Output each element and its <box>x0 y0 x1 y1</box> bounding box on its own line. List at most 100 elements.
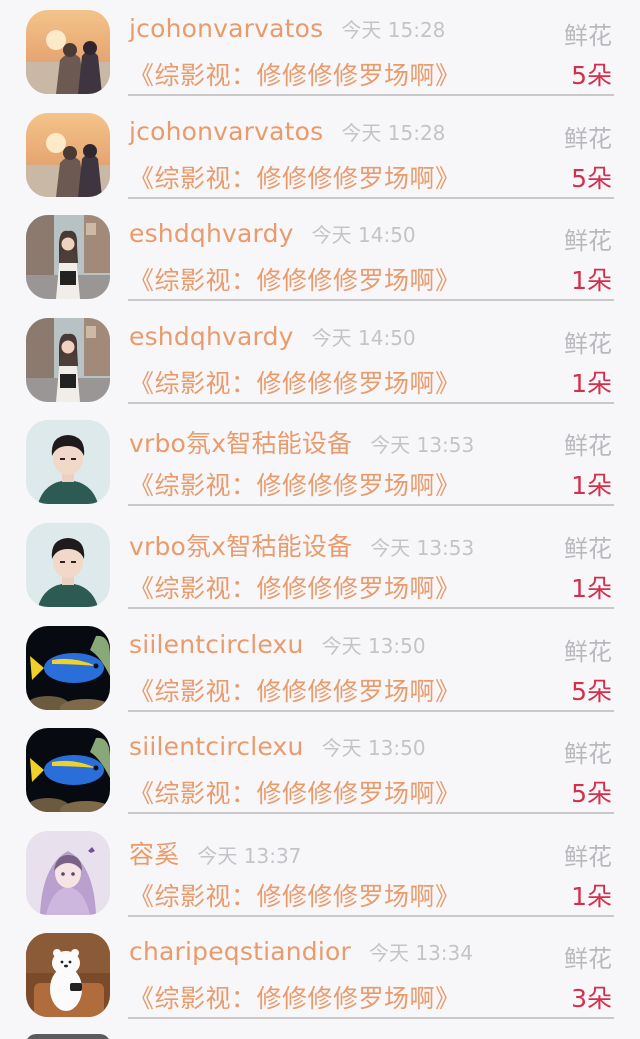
avatar[interactable] <box>26 830 110 915</box>
gift-count: 5朵 <box>571 676 612 706</box>
username[interactable]: 容奚 <box>129 835 179 871</box>
username[interactable]: vrbo氛x智秙能设备 <box>129 527 352 563</box>
timestamp: 今天 15:28 <box>341 18 446 42</box>
timestamp: 今天 14:50 <box>311 223 416 248</box>
timestamp: 今天 13:53 <box>370 536 475 560</box>
avatar-image <box>26 523 110 607</box>
avatar-image <box>26 933 110 1018</box>
gift-type-label: 鲜花 <box>564 227 612 256</box>
avatar-image <box>26 420 110 505</box>
gift-count: 5朵 <box>571 163 612 193</box>
row-divider <box>128 1017 614 1020</box>
username[interactable]: siilentcirclexu <box>129 732 304 761</box>
gift-count: 1朵 <box>571 368 612 398</box>
gift-record-row[interactable]: siilentcirclexu 今天 13:50 鲜花 《综影视：修修修修罗场啊… <box>0 718 640 821</box>
avatar[interactable] <box>26 420 110 505</box>
name-line: jcohonvarvatos 今天 15:28 <box>129 117 445 153</box>
avatar-image <box>26 10 110 94</box>
gift-type-label: 鲜花 <box>564 329 612 358</box>
username[interactable]: eshdqhvardy <box>129 322 294 351</box>
avatar-image <box>26 625 110 710</box>
row-divider <box>128 504 614 507</box>
gift-type-label: 鲜花 <box>564 124 612 153</box>
timestamp: 今天 13:34 <box>368 941 473 966</box>
username[interactable]: vrbo氛x智秙能设备 <box>129 424 352 460</box>
gift-record-row[interactable]: charipeqstiandior 今天 13:34 鲜花 《综影视：修修修修罗… <box>0 923 640 1026</box>
gift-type-label: 鲜花 <box>564 842 612 871</box>
gift-record-row[interactable]: vrbo氛x智秙能设备 今天 13:53 鲜花 《综影视：修修修修罗场啊》 1朵 <box>0 410 640 513</box>
row-divider <box>128 299 614 302</box>
book-title[interactable]: 《综影视：修修修修罗场啊》 <box>129 774 461 810</box>
gift-type-label: 鲜花 <box>564 22 612 50</box>
timestamp: 今天 13:50 <box>321 633 426 658</box>
name-line: eshdqhvardy 今天 14:50 <box>129 219 416 255</box>
book-title[interactable]: 《综影视：修修修修罗场啊》 <box>129 261 461 297</box>
gift-count: 5朵 <box>571 61 612 90</box>
avatar[interactable] <box>26 933 110 1018</box>
gift-count: 3朵 <box>571 984 612 1014</box>
gift-record-row[interactable]: siilentcirclexu 今天 13:50 鲜花 《综影视：修修修修罗场啊… <box>0 616 640 719</box>
timestamp: 今天 13:50 <box>321 736 426 761</box>
name-line: 容奚 今天 13:37 <box>129 835 301 871</box>
row-divider <box>128 812 614 815</box>
username[interactable]: siilentcirclexu <box>129 630 304 659</box>
gift-record-row[interactable]: vrbo氛x智秙能设备 今天 13:53 鲜花 《综影视：修修修修罗场啊》 1朵 <box>0 513 640 616</box>
name-line: siilentcirclexu 今天 13:50 <box>129 630 426 666</box>
username[interactable]: jcohonvarvatos <box>129 117 323 146</box>
gift-record-row[interactable]: jcohonvarvatos 今天 15:28 鲜花 《综影视：修修修修罗场啊》… <box>0 103 640 206</box>
gift-type-label: 鲜花 <box>564 945 612 974</box>
gift-type-label: 鲜花 <box>564 637 612 666</box>
avatar[interactable] <box>26 523 110 607</box>
timestamp: 今天 13:37 <box>197 843 302 868</box>
avatar[interactable] <box>26 625 110 710</box>
book-title[interactable]: 《综影视：修修修修罗场啊》 <box>129 877 461 913</box>
avatar-image <box>26 112 110 197</box>
avatar-image <box>26 830 110 915</box>
gift-type-label: 鲜花 <box>564 432 612 461</box>
avatar[interactable] <box>26 215 110 300</box>
row-divider <box>128 607 614 609</box>
book-title[interactable]: 《综影视：修修修修罗场啊》 <box>129 672 461 708</box>
avatar-image <box>26 728 110 813</box>
gift-record-row[interactable]: 容奚 今天 13:37 鲜花 《综影视：修修修修罗场啊》 1朵 <box>0 821 640 924</box>
name-line: siilentcirclexu 今天 13:50 <box>129 732 426 768</box>
name-line: charipeqstiandior 今天 13:34 <box>129 937 473 973</box>
row-divider <box>128 914 614 917</box>
gift-count: 1朵 <box>571 881 612 911</box>
gift-type-label: 鲜花 <box>564 740 612 769</box>
name-line: vrbo氛x智秙能设备 今天 13:53 <box>129 527 474 563</box>
name-line: vrbo氛x智秙能设备 今天 13:53 <box>129 424 474 460</box>
gift-type-label: 鲜花 <box>564 535 612 563</box>
avatar-image <box>26 215 110 300</box>
gift-count: 1朵 <box>571 574 612 603</box>
book-title[interactable]: 《综影视：修修修修罗场啊》 <box>129 466 461 502</box>
book-title[interactable]: 《综影视：修修修修罗场啊》 <box>129 364 461 400</box>
book-title[interactable]: 《综影视：修修修修罗场啊》 <box>129 569 461 605</box>
row-divider <box>128 94 614 96</box>
gift-count: 1朵 <box>571 266 612 296</box>
gift-list: jcohonvarvatos 今天 15:28 鲜花 《综影视：修修修修罗场啊》… <box>0 0 640 1039</box>
username[interactable]: eshdqhvardy <box>129 219 294 248</box>
avatar[interactable] <box>26 112 110 197</box>
timestamp: 今天 15:28 <box>341 120 446 145</box>
book-title[interactable]: 《综影视：修修修修罗场啊》 <box>129 159 461 195</box>
gift-record-row[interactable]: eshdqhvardy 今天 14:50 鲜花 《综影视：修修修修罗场啊》 1朵 <box>0 205 640 308</box>
avatar[interactable] <box>26 10 110 94</box>
avatar[interactable] <box>26 728 110 813</box>
gift-record-row[interactable]: eshdqhvardy 今天 14:50 鲜花 《综影视：修修修修罗场啊》 1朵 <box>0 308 640 411</box>
name-line: jcohonvarvatos 今天 15:28 <box>129 14 445 50</box>
avatar-image <box>26 317 110 402</box>
avatar[interactable] <box>26 317 110 402</box>
next-row-avatar-peek <box>26 1034 110 1039</box>
row-divider <box>128 196 614 199</box>
gift-count: 1朵 <box>571 471 612 501</box>
gift-record-row[interactable]: jcohonvarvatos 今天 15:28 鲜花 《综影视：修修修修罗场啊》… <box>0 0 640 103</box>
book-title[interactable]: 《综影视：修修修修罗场啊》 <box>129 979 461 1015</box>
username[interactable]: charipeqstiandior <box>129 937 351 966</box>
gift-count: 5朵 <box>571 779 612 809</box>
row-divider <box>128 401 614 404</box>
timestamp: 今天 13:53 <box>370 433 475 458</box>
book-title[interactable]: 《综影视：修修修修罗场啊》 <box>129 56 461 92</box>
username[interactable]: jcohonvarvatos <box>129 14 323 43</box>
name-line: eshdqhvardy 今天 14:50 <box>129 322 416 358</box>
